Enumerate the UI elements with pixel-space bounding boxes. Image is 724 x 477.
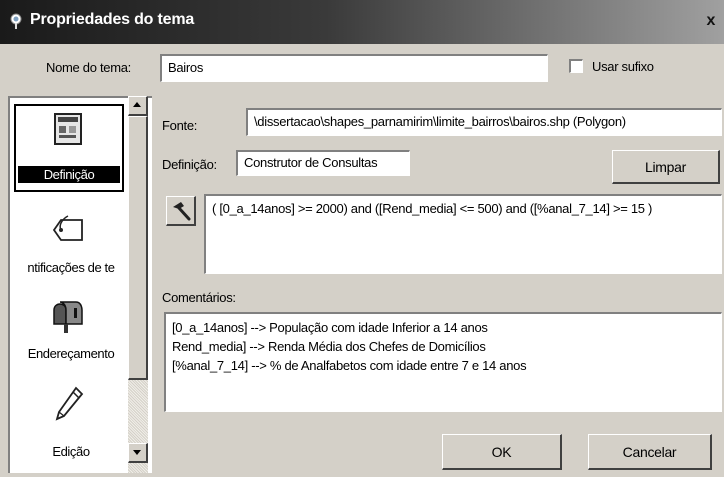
sidebar-item-label: Edição	[52, 444, 90, 459]
source-value: \dissertacao\shapes_parnamirim\limite_ba…	[254, 114, 626, 129]
theme-name-value: Bairos	[168, 60, 204, 75]
cancel-button[interactable]: Cancelar	[588, 434, 712, 470]
window-title: Propriedades do tema	[30, 11, 195, 28]
theme-properties-dialog: Propriedades do tema x Nome do tema: Bai…	[0, 0, 724, 477]
sidebar-item-label: ntificações de te	[27, 260, 115, 275]
theme-icon	[10, 13, 22, 29]
arrow-up-icon	[133, 102, 141, 107]
ok-button[interactable]: OK	[442, 434, 562, 470]
tag-icon	[52, 215, 83, 241]
definition-label: Definição:	[162, 157, 217, 172]
comment-line: [%anal_7_14] --> % de Analfabetos com id…	[172, 358, 527, 373]
sidebar-item-addressing[interactable]: Endereçamento	[10, 286, 130, 370]
sidebar-scrollbar[interactable]	[128, 96, 148, 473]
cancel-button-label: Cancelar	[622, 444, 677, 460]
title-bar: Propriedades do tema x	[0, 0, 724, 44]
query-expression-text: ( [0_a_14anos] >= 2000) and ([Rend_media…	[212, 201, 653, 216]
mailbox-icon	[53, 301, 83, 333]
definition-field: Construtor de Consultas	[236, 150, 410, 176]
definition-value: Construtor de Consultas	[244, 155, 378, 170]
comments-textarea[interactable]: [0_a_14anos] --> População com idade Inf…	[164, 312, 722, 412]
close-button[interactable]: x	[700, 10, 722, 32]
sidebar-item-label: Definição	[17, 165, 121, 184]
scroll-down-button[interactable]	[128, 443, 148, 463]
scroll-up-button[interactable]	[128, 96, 148, 116]
comment-line: [0_a_14anos] --> População com idade Inf…	[172, 320, 488, 335]
theme-name-label: Nome do tema:	[46, 60, 131, 75]
query-expression-box[interactable]: ( [0_a_14anos] >= 2000) and ([Rend_media…	[204, 194, 722, 274]
sidebar-item-editing[interactable]: Edição	[10, 374, 130, 470]
comments-label: Comentários:	[162, 290, 236, 305]
clear-button[interactable]: Limpar	[612, 150, 720, 184]
use-suffix-label: Usar sufixo	[592, 59, 654, 74]
scroll-thumb[interactable]	[128, 116, 148, 380]
ok-button-label: OK	[491, 444, 512, 460]
hammer-icon	[173, 202, 191, 221]
query-builder-button[interactable]	[166, 196, 196, 226]
source-field: \dissertacao\shapes_parnamirim\limite_ba…	[246, 108, 722, 136]
sidebar-item-identifications[interactable]: ntificações de te	[10, 202, 130, 282]
theme-name-input[interactable]: Bairos	[160, 54, 548, 82]
clear-button-label: Limpar	[645, 159, 686, 175]
pencil-icon	[55, 386, 84, 421]
source-label: Fonte:	[162, 118, 198, 133]
use-suffix-checkbox[interactable]	[569, 59, 583, 73]
arrow-down-icon	[133, 450, 141, 455]
definition-icon	[54, 113, 82, 145]
sidebar-item-definition[interactable]: Definição	[10, 102, 130, 196]
comment-line: Rend_media] --> Renda Média dos Chefes d…	[172, 339, 486, 354]
comments-content: [0_a_14anos] --> População com idade Inf…	[172, 318, 712, 375]
sidebar-item-label: Endereçamento	[27, 346, 115, 361]
